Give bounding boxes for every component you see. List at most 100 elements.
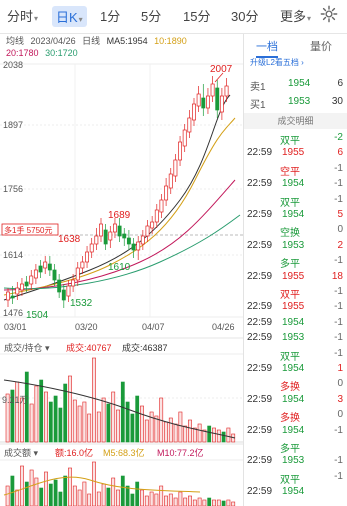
candle-body — [57, 279, 62, 293]
trade-row: 双平 -1 — [244, 348, 347, 363]
tab-volume-price[interactable]: 量价 — [310, 38, 332, 54]
amount-bar — [164, 495, 168, 506]
candle-body — [29, 275, 34, 285]
candle-body — [43, 261, 48, 269]
amount-title[interactable]: 成交额 ▾ — [4, 446, 38, 459]
candle-body — [33, 269, 38, 279]
candle-body — [10, 295, 15, 299]
trade-type: 多平 — [280, 259, 300, 271]
legend-mode[interactable]: 均线 — [6, 36, 24, 46]
volume-bar — [125, 401, 130, 443]
legend-ma20: 20:1780 — [6, 48, 39, 58]
amount-bar — [15, 489, 20, 506]
trade-row: 22:59 1954 -1 — [244, 317, 347, 331]
amount-bar — [231, 501, 236, 506]
amount-bar — [202, 499, 207, 506]
candle-body — [85, 251, 89, 263]
tab-daily-k[interactable]: 日K▾ — [52, 6, 87, 27]
amount-bar — [221, 500, 226, 506]
legend-date: 2023/04/26 — [30, 36, 76, 46]
trade-time: 22:59 — [247, 178, 273, 190]
annot-1689: 1689 — [108, 210, 131, 221]
candle-body — [210, 83, 215, 97]
candle-body — [192, 103, 196, 121]
volume-bar — [58, 407, 63, 443]
tab-15min[interactable]: 15分 — [183, 6, 210, 25]
candle-body — [154, 209, 159, 223]
trade-price: 1954 — [282, 178, 305, 190]
amount-bar — [183, 497, 188, 506]
amount-bar — [111, 477, 116, 506]
candle-body — [38, 265, 43, 273]
tab-more[interactable]: 更多▾ — [280, 6, 311, 25]
price-2: 1756 — [3, 184, 24, 194]
volume-bar — [149, 411, 154, 443]
trade-price: 1953 — [282, 332, 305, 344]
date-4: 04/26 — [212, 322, 235, 332]
trade-detail-title[interactable]: 成交明细 — [244, 113, 347, 129]
volume-title[interactable]: 成交/持仓 ▾ — [4, 341, 50, 354]
volume-bar — [15, 381, 20, 443]
amount-bar — [96, 491, 101, 506]
volume-bar — [53, 395, 58, 443]
trade-time: 22:59 — [247, 455, 273, 467]
trade-type: 双平 — [280, 474, 300, 486]
candle-body — [20, 283, 24, 291]
amount-bar — [226, 499, 231, 506]
amount-bar — [135, 481, 140, 506]
trade-volume: -1 — [334, 332, 343, 344]
volume-ma5: 成交:46387 — [122, 343, 168, 353]
candle-body — [80, 261, 85, 269]
volume-bar — [116, 409, 120, 443]
gear-icon[interactable] — [320, 5, 338, 23]
tab-one-level[interactable]: 一档 — [256, 38, 278, 58]
trade-row: 22:59 1954 — [244, 486, 347, 500]
price-3: 1614 — [3, 250, 24, 260]
volume-bar — [44, 391, 48, 443]
trade-row: 双平 -2 — [244, 132, 347, 147]
volume-bar — [29, 403, 34, 443]
trade-price: 1954 — [282, 486, 305, 498]
trade-row: 空平 -1 — [244, 163, 347, 178]
trade-row: 22:59 1954 1 — [244, 363, 347, 377]
amount-bar — [68, 467, 72, 506]
volume-bar — [63, 383, 68, 443]
buy-1-row: 买1 1953 30 — [250, 96, 343, 111]
candle-body — [201, 97, 206, 109]
tab-timeshare[interactable]: 分时▾ — [7, 6, 38, 25]
volume-value: 成交:40767 — [66, 343, 112, 353]
amount-bar — [154, 493, 159, 506]
trade-price: 1955 — [282, 301, 305, 313]
k-line-chart[interactable] — [0, 60, 243, 506]
volume-bar — [144, 419, 149, 443]
trade-row: 22:59 1954 -1 — [244, 178, 347, 192]
candle-body — [182, 129, 187, 147]
candle-body — [131, 243, 136, 251]
tab-5min[interactable]: 5分 — [141, 6, 161, 25]
amount-bar — [168, 493, 173, 506]
amount-bar — [149, 491, 154, 506]
candle-body — [6, 291, 10, 301]
candle-body — [47, 263, 52, 271]
upgrade-l2-link[interactable]: 升级L2看五档 › — [250, 57, 304, 68]
amount-bar — [92, 461, 96, 506]
trade-price: 1954 — [282, 209, 305, 220]
volume-axis-label: 9.21万 — [2, 395, 29, 405]
trade-volume: 0 — [337, 224, 343, 236]
amount-bar — [188, 495, 192, 506]
trade-type: 双平 — [280, 290, 300, 301]
trade-volume: 18 — [331, 270, 343, 282]
candle-body — [75, 267, 80, 281]
candle-body — [187, 117, 192, 133]
candle-body — [164, 185, 169, 201]
trade-type: 空平 — [280, 166, 300, 178]
tab-30min[interactable]: 30分 — [231, 6, 258, 25]
position-tag[interactable]: 多1手 5750元 — [4, 225, 52, 236]
trade-price: 1955 — [282, 270, 305, 282]
amount-bar — [53, 479, 58, 506]
volume-bar — [92, 357, 96, 443]
trade-volume: 6 — [337, 147, 343, 159]
tab-1min[interactable]: 1分 — [100, 6, 120, 25]
amount-bar — [77, 489, 82, 506]
trade-volume: 5 — [337, 209, 343, 220]
